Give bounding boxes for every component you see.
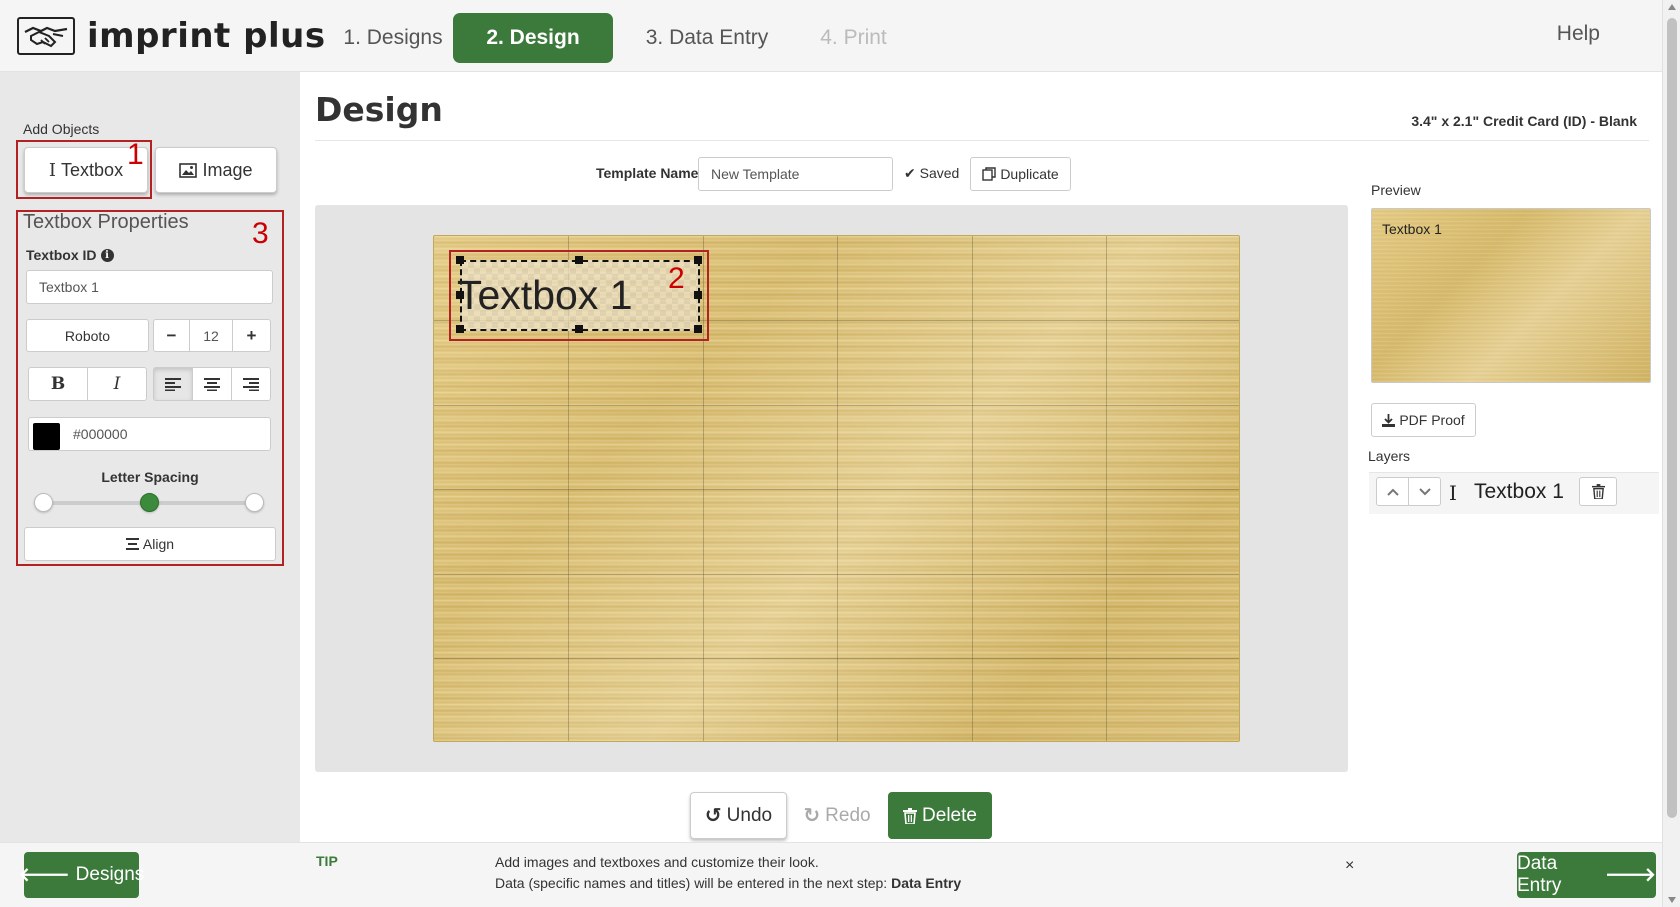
letter-spacing-min-handle[interactable] (34, 493, 53, 512)
tip-line-2-bold: Data Entry (891, 875, 962, 891)
pdf-proof-label: PDF Proof (1399, 412, 1465, 428)
copy-icon (982, 167, 997, 181)
page-title: Design (315, 90, 443, 129)
logo-text: imprint plus (87, 16, 326, 56)
layer-down-button[interactable] (1408, 477, 1441, 506)
tab-data-entry[interactable]: 3. Data Entry (624, 13, 790, 63)
template-name-label: Template Name (596, 165, 699, 181)
close-tip-icon[interactable]: × (1345, 857, 1354, 875)
color-hex-input[interactable]: #000000 (28, 417, 271, 451)
next-button-label: Data Entry (1517, 853, 1562, 896)
redo-button-label: Redo (825, 804, 871, 826)
undo-button-label: Undo (726, 804, 773, 826)
tip-label: TIP (316, 853, 338, 869)
font-size-decrease-button[interactable]: − (153, 319, 190, 352)
align-button[interactable]: Align (24, 527, 276, 561)
textbox-properties-title: Textbox Properties (23, 211, 189, 233)
tab-design[interactable]: 2. Design (453, 13, 613, 63)
add-objects-label: Add Objects (23, 121, 100, 137)
trash-icon (903, 807, 918, 824)
next-data-entry-button[interactable]: Data Entry 🡒 (1517, 852, 1656, 898)
align-center-icon (204, 377, 220, 391)
redo-icon: ↻ (803, 805, 821, 827)
left-sidebar: Add Objects Ⅰ Textbox 1 Image 3 Textbox … (0, 72, 300, 842)
grid-line (434, 405, 1239, 406)
duplicate-button-label: Duplicate (1000, 166, 1059, 182)
color-swatch[interactable] (33, 423, 60, 450)
delete-button-label: Delete (922, 804, 977, 826)
align-right-icon (243, 377, 259, 391)
letter-spacing-label: Letter Spacing (101, 469, 199, 485)
add-image-label: Image (202, 159, 253, 180)
grid-line (434, 489, 1239, 490)
font-family-select[interactable]: Roboto (26, 319, 149, 352)
delete-button[interactable]: Delete (888, 792, 992, 839)
align-center-button[interactable] (192, 367, 232, 401)
tip-line-1: Add images and textboxes and customize t… (495, 854, 819, 870)
textbox-id-label-text: Textbox ID (26, 247, 97, 263)
redo-button: ↻ Redo (798, 792, 876, 839)
textbox-id-label: Textbox ID i (26, 247, 114, 263)
app-logo[interactable]: imprint plus (17, 16, 326, 56)
textbox-id-input[interactable]: Textbox 1 (26, 270, 273, 304)
tip-line-2: Data (specific names and titles) will be… (495, 875, 961, 891)
card-spec-label: 3.4" x 2.1" Credit Card (ID) - Blank (1411, 113, 1637, 129)
layer-up-button[interactable] (1376, 477, 1409, 506)
trash-icon (1591, 484, 1605, 499)
title-divider (315, 140, 1649, 141)
text-cursor-icon: Ⅰ (1449, 481, 1457, 505)
font-size-increase-button[interactable]: + (232, 319, 271, 352)
undo-button[interactable]: ↺ Undo (690, 792, 787, 839)
tab-designs[interactable]: 1. Designs (318, 13, 468, 63)
scroll-down-icon[interactable] (1668, 897, 1676, 903)
scrollbar-thumb[interactable] (1667, 18, 1677, 818)
bold-button[interactable]: B (28, 367, 88, 401)
font-size-input[interactable]: 12 (189, 319, 233, 352)
chevron-down-icon (1418, 487, 1431, 495)
preview-textbox-text: Textbox 1 (1382, 221, 1442, 237)
arrow-left-icon: 🡐 (18, 865, 70, 886)
saved-status-text: Saved (919, 165, 960, 181)
undo-icon: ↺ (704, 805, 722, 827)
italic-button[interactable]: I (87, 367, 147, 401)
annotation-number-2: 2 (668, 262, 685, 295)
align-button-label: Align (142, 536, 175, 552)
info-icon[interactable]: i (100, 248, 114, 262)
letter-spacing-handle[interactable] (140, 493, 159, 512)
grid-line (434, 658, 1239, 659)
scroll-up-icon[interactable] (1668, 4, 1676, 10)
help-link[interactable]: Help (1557, 22, 1600, 46)
tip-line-2-text: Data (specific names and titles) will be… (495, 875, 892, 891)
check-icon: ✔ (904, 165, 916, 181)
template-name-input[interactable]: New Template (698, 157, 893, 191)
align-right-button[interactable] (231, 367, 271, 401)
back-button-label: Designs (75, 864, 145, 885)
align-left-button[interactable] (153, 367, 193, 401)
chevron-up-icon (1386, 488, 1399, 496)
handshake-icon (17, 17, 75, 55)
image-icon (179, 162, 198, 178)
preview-label: Preview (1371, 182, 1421, 198)
pdf-proof-button[interactable]: PDF Proof (1371, 403, 1476, 437)
top-header: imprint plus 1. Designs 2. Design 3. Dat… (0, 0, 1662, 72)
page-scrollbar[interactable] (1662, 0, 1680, 907)
duplicate-button[interactable]: Duplicate (970, 157, 1071, 191)
download-icon (1382, 413, 1396, 427)
tab-print: 4. Print (820, 26, 887, 49)
layer-delete-button[interactable] (1579, 477, 1617, 506)
arrow-right-icon: 🡒 (1605, 865, 1656, 886)
align-icon (125, 538, 139, 550)
saved-status: ✔ Saved (904, 165, 959, 182)
annotation-number-3: 3 (252, 217, 269, 250)
align-left-icon (165, 377, 181, 391)
layers-label: Layers (1368, 448, 1411, 464)
back-to-designs-button[interactable]: 🡐 Designs (19, 852, 144, 898)
layer-name: Textbox 1 (1474, 480, 1564, 503)
grid-line (434, 574, 1239, 575)
annotation-number-1: 1 (127, 138, 144, 171)
letter-spacing-max-handle[interactable] (245, 493, 264, 512)
add-image-button[interactable]: Image (155, 147, 277, 193)
